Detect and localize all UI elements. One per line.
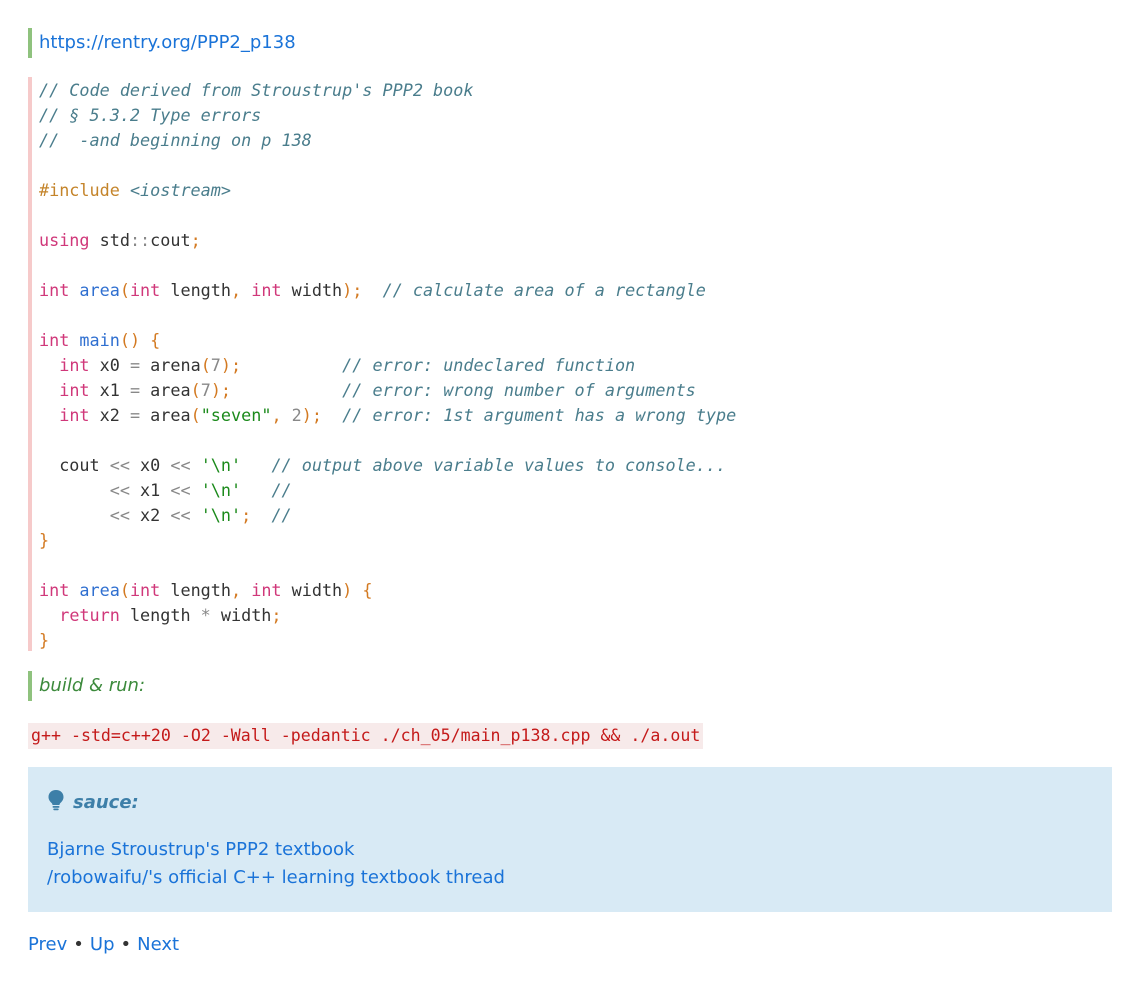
next-link[interactable]: Next [137,934,179,955]
code-line: int main() { [39,330,161,350]
code-line: using std::cout; [39,230,201,250]
code-line: // § 5.3.2 Type errors [39,105,262,125]
nav-separator: • [120,934,132,955]
code-line: } [39,630,50,650]
code-line: #include <iostream> [39,180,231,200]
textbook-thread-link[interactable]: /robowaifu/'s official C++ learning text… [47,865,505,891]
code-line: int x1 = area(7); // error: wrong number… [59,380,696,400]
rentry-link[interactable]: https://rentry.org/PPP2_p138 [39,32,296,53]
code-line: } [39,530,50,550]
build-quote: build & run: [28,671,145,701]
note-title-text: sauce: [73,792,139,813]
code-line: << x1 << '\n' // [109,480,292,500]
code-text: // Code derived from Stroustrup's PPP2 b… [39,77,1112,653]
code-line: cout << x0 << '\n' // output above varia… [39,455,727,475]
code-block: // Code derived from Stroustrup's PPP2 b… [28,77,1112,651]
note-title: sauce: [47,789,139,815]
build-label: build & run: [39,675,146,696]
lightbulb-icon [48,790,64,811]
code-line: return length * width; [59,605,282,625]
build-command: g++ -std=c++20 -O2 -Wall -pedantic ./ch_… [28,723,704,749]
page-nav: Prev • Up • Next [28,932,179,958]
code-line: // -and beginning on p 138 [39,130,312,150]
nav-separator: • [73,934,84,955]
code-line: << x2 << '\n'; // [109,505,292,525]
code-line: int area(int length, int width) { [39,580,373,600]
ppp2-textbook-link[interactable]: Bjarne Stroustrup's PPP2 textbook [47,837,354,863]
sauce-note: sauce: Bjarne Stroustrup's PPP2 textbook… [28,767,1112,912]
code-line: int x2 = area("seven", 2); // error: 1st… [59,405,737,425]
up-link[interactable]: Up [90,934,115,955]
code-line: // Code derived from Stroustrup's PPP2 b… [39,80,474,100]
code-line: int x0 = arena(7); // error: undeclared … [59,355,636,375]
header-quote: https://rentry.org/PPP2_p138 [28,28,296,58]
code-line: int area(int length, int width); // calc… [39,280,706,300]
prev-link[interactable]: Prev [28,934,67,955]
